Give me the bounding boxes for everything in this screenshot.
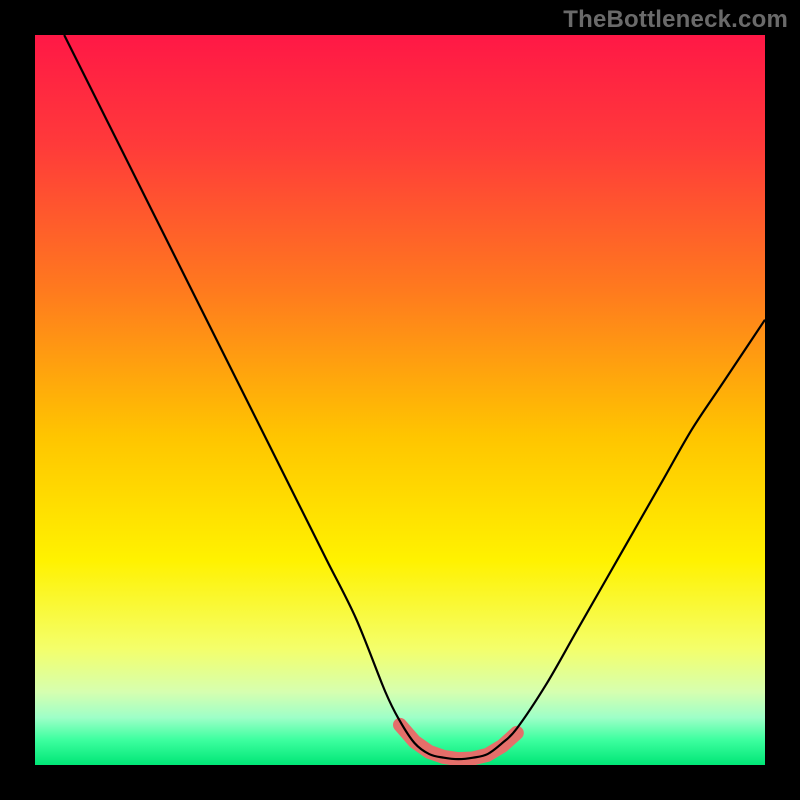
plot-area: [35, 35, 765, 765]
highlight-segment: [400, 725, 517, 759]
curve-layer: [35, 35, 765, 765]
chart-frame: TheBottleneck.com: [0, 0, 800, 800]
bottleneck-curve: [64, 35, 765, 759]
watermark-text: TheBottleneck.com: [563, 6, 788, 34]
